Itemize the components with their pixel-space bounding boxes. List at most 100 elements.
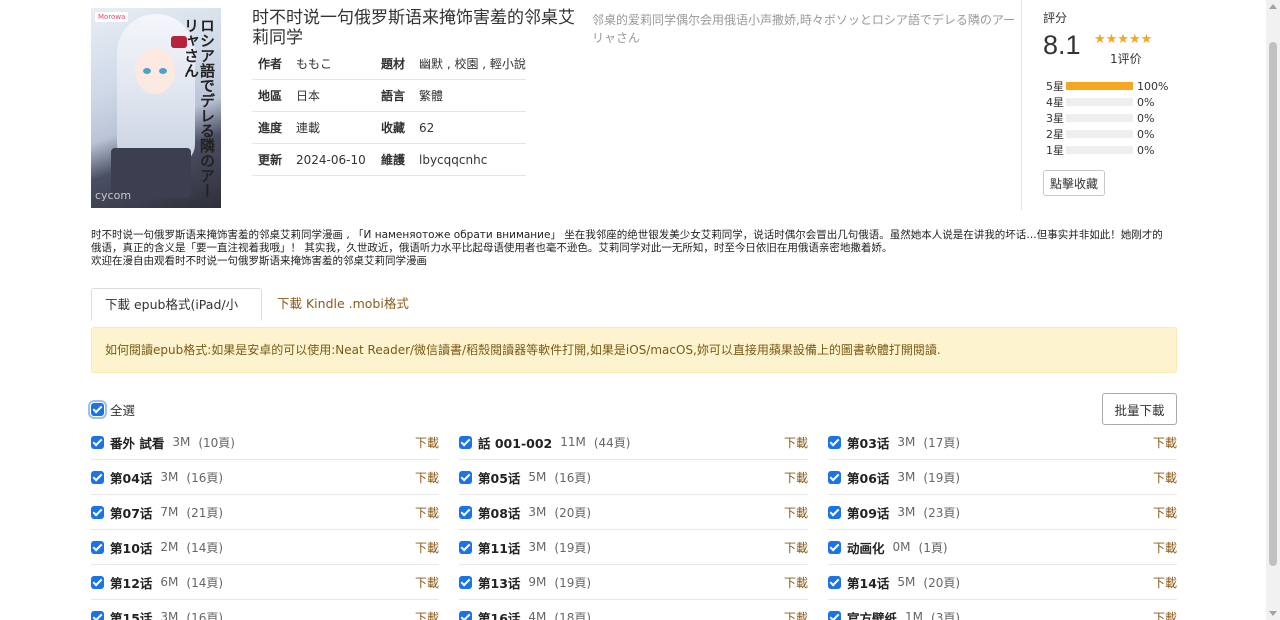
chapter-item: 动画化 0M (1頁) 下載 <box>828 530 1177 565</box>
page-scrollbar[interactable] <box>1266 0 1280 620</box>
chapter-download-link[interactable]: 下載 <box>1153 469 1177 486</box>
dist-label: 3星 <box>1046 112 1064 125</box>
chapter-checkbox[interactable] <box>459 435 472 449</box>
star-rating-icons: ★★★★★ <box>1094 32 1153 47</box>
chapter-download-link[interactable]: 下載 <box>784 574 808 591</box>
chapter-row: 第04话 3M (16頁) 下載 第05话 5M (16頁) 下載 第06话 3M (19頁) 下載 <box>91 460 1177 495</box>
chapter-download-link[interactable]: 下載 <box>415 609 439 620</box>
chapter-pages: (16頁) <box>186 610 224 620</box>
meta-row-progress: 進度 連載 收藏 62 <box>252 112 526 144</box>
chapter-item: 第09话 3M (23頁) 下載 <box>828 495 1177 530</box>
dist-percent: 0% <box>1137 95 1155 109</box>
tab-epub[interactable]: 下載 epub格式(iPad/小米) <box>91 288 262 343</box>
meta-key: 收藏 <box>381 121 406 135</box>
description-line: 时不时说一句俄罗斯语来掩饰害羞的邻桌艾莉同学漫画 , 「И наменяотож… <box>91 229 1163 241</box>
select-all[interactable]: 全選 <box>88 400 135 419</box>
chapter-size: 3M <box>897 470 916 484</box>
rating-dist-row: 3星 0% <box>1046 110 1168 126</box>
chapter-pages: (23頁) <box>923 505 961 520</box>
chapter-checkbox[interactable] <box>91 435 104 449</box>
chapter-checkbox[interactable] <box>459 575 472 589</box>
chapter-download-link[interactable]: 下載 <box>784 469 808 486</box>
language-value: 繁體 <box>419 89 444 103</box>
chapter-download-link[interactable]: 下載 <box>1153 539 1177 556</box>
chapter-name: 第15话 <box>110 610 153 620</box>
chapter-download-link[interactable]: 下載 <box>415 574 439 591</box>
chapter-download-link[interactable]: 下載 <box>1153 609 1177 620</box>
dist-label: 5星 <box>1046 80 1064 93</box>
chapter-checkbox[interactable] <box>459 505 472 519</box>
chapter-row: 第10话 2M (14頁) 下載 第11话 3M (19頁) 下載 动画化 0M (1頁) 下載 <box>91 530 1177 565</box>
chapter-pages: (1頁) <box>918 540 948 555</box>
rating-dist-row: 2星 0% <box>1046 126 1168 142</box>
chapter-checkbox[interactable] <box>459 540 472 554</box>
chapter-checkbox[interactable] <box>91 610 104 620</box>
chapter-size: 2M <box>160 540 179 554</box>
rating-panel: 評分 8.1 ★★★★★ 1评价 5星 100% 4星 0% 3星 0% 2星 … <box>1021 0 1177 210</box>
dist-bar <box>1066 98 1133 106</box>
chapter-pages: (20頁) <box>923 575 961 590</box>
dist-label: 2星 <box>1046 128 1064 141</box>
dist-bar <box>1066 82 1133 90</box>
chapter-download-link[interactable]: 下載 <box>1153 504 1177 521</box>
chapter-item: 第11话 3M (19頁) 下載 <box>459 530 808 565</box>
chapter-size: 3M <box>897 435 916 449</box>
scrollbar-thumb[interactable] <box>1269 42 1277 566</box>
chapter-checkbox[interactable] <box>459 470 472 484</box>
chapter-checkbox[interactable] <box>91 505 104 519</box>
chapter-checkbox[interactable] <box>91 540 104 554</box>
meta-key: 更新 <box>258 153 283 167</box>
chapter-row: 第07话 7M (21頁) 下載 第08话 3M (20頁) 下載 第09话 3M (23頁) 下載 <box>91 495 1177 530</box>
chapter-size: 3M <box>160 470 179 484</box>
book-meta-table: 作者 ももこ 題材 幽默 , 校園 , 輕小說 地區 日本 語言 繁體 進度 連… <box>252 48 526 176</box>
favorites-count: 62 <box>419 120 435 135</box>
chapter-checkbox[interactable] <box>91 575 104 589</box>
author-link[interactable]: ももこ <box>296 55 375 72</box>
chapter-pages: (21頁) <box>186 505 224 520</box>
tab-kindle[interactable]: 下載 Kindle .mobi格式 <box>264 288 422 321</box>
chapter-download-link[interactable]: 下載 <box>1153 434 1177 451</box>
select-all-checkbox[interactable] <box>88 400 107 419</box>
meta-row-region: 地區 日本 語言 繁體 <box>252 80 526 112</box>
genre-links[interactable]: 幽默 , 校園 , 輕小說 <box>419 55 526 72</box>
chapter-checkbox[interactable] <box>91 470 104 484</box>
chapter-checkbox[interactable] <box>828 435 841 449</box>
chapter-list: 番外 試看 3M (10頁) 下載 話 001-002 11M (44頁) 下載 第03话 3M (… <box>91 425 1177 620</box>
chapter-name: 第14话 <box>847 575 890 591</box>
chapter-download-link[interactable]: 下載 <box>784 539 808 556</box>
scroll-up-arrow-icon[interactable] <box>1269 4 1277 9</box>
chapter-row: 第12话 6M (14頁) 下載 第13话 9M (19頁) 下載 第14话 5M (20頁) 下載 <box>91 565 1177 600</box>
chapter-checkbox[interactable] <box>828 575 841 589</box>
chapter-row: 番外 試看 3M (10頁) 下載 話 001-002 11M (44頁) 下載 第03话 3M (… <box>91 425 1177 460</box>
chapter-download-link[interactable]: 下載 <box>415 469 439 486</box>
collect-button[interactable]: 點擊收藏 <box>1043 170 1106 196</box>
chapter-pages: (16頁) <box>554 470 592 485</box>
chapter-download-link[interactable]: 下載 <box>784 434 808 451</box>
chapter-name: 第11话 <box>478 540 521 556</box>
maintainer-link[interactable]: lbycqqcnhc <box>419 153 526 167</box>
chapter-size: 0M <box>892 540 911 554</box>
chapter-size: 3M <box>897 505 916 519</box>
chapter-checkbox[interactable] <box>828 610 841 620</box>
chapter-name: 第05话 <box>478 470 521 486</box>
chapter-checkbox[interactable] <box>828 470 841 484</box>
cover-right-eye <box>159 68 167 74</box>
chapter-download-link[interactable]: 下載 <box>415 539 439 556</box>
chapter-download-link[interactable]: 下載 <box>415 434 439 451</box>
chapter-download-link[interactable]: 下載 <box>784 609 808 620</box>
chapter-download-link[interactable]: 下載 <box>415 504 439 521</box>
batch-download-button[interactable]: 批量下載 <box>1102 393 1177 425</box>
chapter-download-link[interactable]: 下載 <box>784 504 808 521</box>
book-title: 时不时说一句俄罗斯语来掩饰害羞的邻桌艾莉同学 <box>252 8 575 48</box>
chapter-pages: (10頁) <box>198 435 235 450</box>
rating-dist-row: 1星 0% <box>1046 142 1168 158</box>
scroll-down-arrow-icon[interactable] <box>1269 611 1277 616</box>
chapter-name: 动画化 <box>847 540 885 556</box>
chapter-name: 第10话 <box>110 540 153 556</box>
chapter-checkbox[interactable] <box>828 505 841 519</box>
dist-percent: 0% <box>1137 143 1155 157</box>
chapter-checkbox[interactable] <box>459 610 472 620</box>
chapter-checkbox[interactable] <box>828 540 841 554</box>
chapter-download-link[interactable]: 下載 <box>1153 574 1177 591</box>
dist-label: 4星 <box>1046 96 1064 109</box>
